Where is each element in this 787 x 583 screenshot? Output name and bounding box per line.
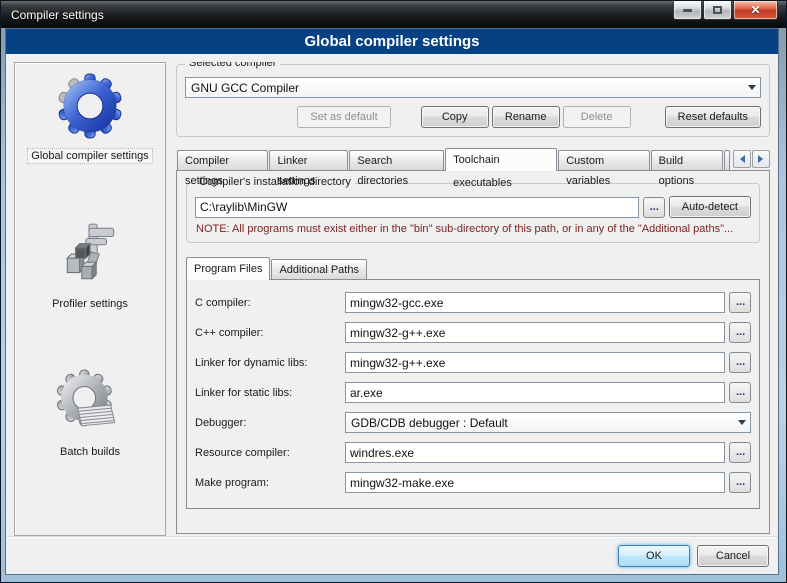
field-row-static-linker: Linker for static libs: ... [195, 382, 751, 403]
debugger-value: GDB/CDB debugger : Default [346, 416, 734, 430]
subtab-additional-paths[interactable]: Additional Paths [271, 259, 367, 279]
resource-compiler-browse-button[interactable]: ... [729, 442, 751, 463]
cpp-compiler-input[interactable] [345, 322, 725, 343]
minimize-button[interactable] [673, 1, 702, 20]
field-row-resource-compiler: Resource compiler: ... [195, 442, 751, 463]
tab-custom-variables[interactable]: Custom variables [558, 150, 649, 170]
close-button[interactable]: ✕ [733, 1, 778, 20]
set-as-default-button: Set as default [297, 106, 390, 128]
close-icon: ✕ [750, 4, 760, 16]
gear-gray-stack-icon [57, 369, 123, 435]
make-program-input[interactable] [345, 472, 725, 493]
tab-partial [724, 150, 730, 170]
field-label: C++ compiler: [195, 327, 345, 339]
field-row-dynamic-linker: Linker for dynamic libs: ... [195, 352, 751, 373]
ok-button[interactable]: OK [618, 545, 690, 567]
tab-toolchain-executables[interactable]: Toolchain executables [445, 148, 557, 171]
dynamic-linker-browse-button[interactable]: ... [729, 352, 751, 373]
sidebar-item-batch-builds[interactable]: Batch builds [20, 365, 160, 513]
chevron-down-icon [734, 416, 750, 429]
dialog-body: Global compiler settings [5, 28, 779, 575]
rename-button[interactable]: Rename [492, 106, 560, 128]
subtab-program-files[interactable]: Program Files [186, 257, 270, 280]
compiler-actions: Set as default Copy Rename Delete Reset … [185, 106, 761, 128]
field-label: Make program: [195, 477, 345, 489]
content: Global compiler settings [6, 54, 778, 536]
caption-buttons: ✕ [672, 1, 778, 20]
field-row-c-compiler: C compiler: ... [195, 292, 751, 313]
subtab-strip: Program Files Additional Paths [186, 257, 760, 279]
tab-scroll-left-button[interactable] [733, 150, 751, 168]
sidebar-item-label: Global compiler settings [28, 149, 151, 163]
settings-sidebar: Global compiler settings [14, 62, 166, 536]
minimize-icon [683, 9, 692, 12]
field-label: C compiler: [195, 297, 345, 309]
selected-compiler-value: GNU GCC Compiler [186, 81, 744, 95]
tab-search-directories[interactable]: Search directories [349, 150, 444, 170]
caliper-icon [57, 221, 123, 287]
field-label: Debugger: [195, 417, 345, 429]
tab-strip: Compiler settings Linker settings Search… [176, 148, 770, 170]
dynamic-linker-input[interactable] [345, 352, 725, 373]
page-title: Global compiler settings [6, 29, 778, 54]
selected-compiler-combo[interactable]: GNU GCC Compiler [185, 77, 761, 98]
titlebar: Compiler settings ✕ [1, 1, 786, 28]
static-linker-browse-button[interactable]: ... [729, 382, 751, 403]
sidebar-item-global-compiler-settings[interactable]: Global compiler settings [20, 69, 160, 217]
tab-scroll-right-button[interactable] [752, 150, 770, 168]
c-compiler-browse-button[interactable]: ... [729, 292, 751, 313]
tab-linker-settings[interactable]: Linker settings [269, 150, 348, 170]
c-compiler-input[interactable] [345, 292, 725, 313]
copy-button[interactable]: Copy [421, 106, 489, 128]
selected-compiler-group: Selected compiler GNU GCC Compiler Set a… [176, 64, 770, 137]
field-label: Linker for dynamic libs: [195, 357, 345, 369]
chevron-down-icon [744, 81, 760, 94]
delete-button: Delete [563, 106, 631, 128]
program-files-panel: C compiler: ... C++ compiler: ... Linker… [186, 279, 760, 509]
toolchain-panel: Compiler's installation directory ... Au… [176, 170, 770, 534]
field-row-debugger: Debugger: GDB/CDB debugger : Default [195, 412, 751, 433]
dialog-footer: OK Cancel [6, 536, 778, 574]
cpp-compiler-browse-button[interactable]: ... [729, 322, 751, 343]
sidebar-item-label: Profiler settings [49, 297, 131, 311]
main-column: Selected compiler GNU GCC Compiler Set a… [176, 62, 770, 536]
cancel-button[interactable]: Cancel [697, 545, 769, 567]
field-label: Resource compiler: [195, 447, 345, 459]
auto-detect-button[interactable]: Auto-detect [669, 196, 751, 218]
reset-defaults-button[interactable]: Reset defaults [665, 106, 761, 128]
arrow-right-icon [758, 155, 767, 163]
install-dir-note: NOTE: All programs must exist either in … [196, 223, 750, 235]
maximize-icon [713, 6, 722, 14]
field-row-make-program: Make program: ... [195, 472, 751, 493]
tab-scroll-arrows [732, 150, 770, 168]
field-row-cpp-compiler: C++ compiler: ... [195, 322, 751, 343]
gear-blue-icon [57, 73, 123, 139]
install-dir-row: ... Auto-detect [195, 196, 751, 218]
sidebar-item-profiler-settings[interactable]: Profiler settings [20, 217, 160, 365]
install-dir-browse-button[interactable]: ... [643, 197, 665, 218]
tab-build-options[interactable]: Build options [651, 150, 723, 170]
maximize-button[interactable] [703, 1, 732, 20]
window-title: Compiler settings [1, 8, 104, 22]
field-label: Linker for static libs: [195, 387, 345, 399]
resource-compiler-input[interactable] [345, 442, 725, 463]
debugger-combo[interactable]: GDB/CDB debugger : Default [345, 412, 751, 433]
tab-compiler-settings[interactable]: Compiler settings [177, 150, 268, 170]
arrow-left-icon [736, 155, 745, 163]
selected-compiler-group-label: Selected compiler [185, 62, 280, 69]
static-linker-input[interactable] [345, 382, 725, 403]
sidebar-item-label: Batch builds [57, 445, 123, 459]
make-program-browse-button[interactable]: ... [729, 472, 751, 493]
install-dir-input[interactable] [195, 197, 639, 218]
compiler-settings-window: Compiler settings ✕ Global compiler sett… [0, 0, 787, 583]
